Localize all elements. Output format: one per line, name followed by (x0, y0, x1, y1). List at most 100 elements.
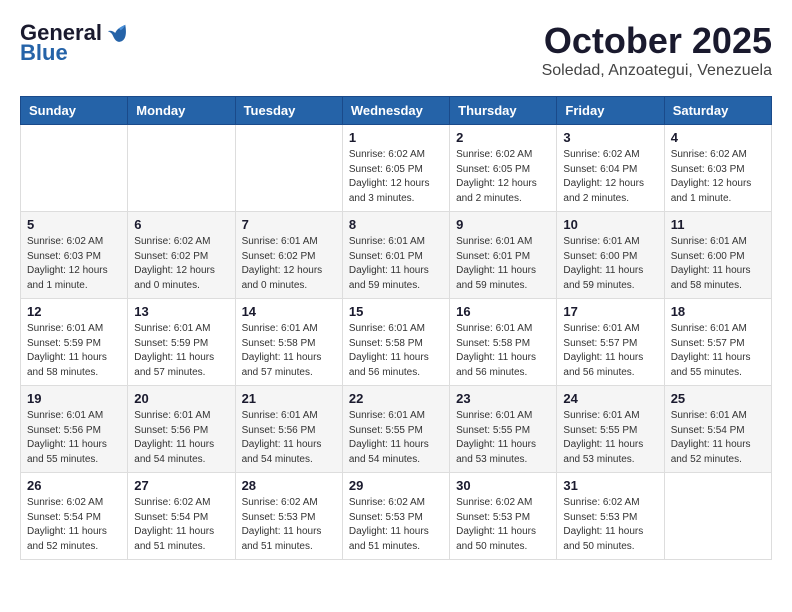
calendar-week-row: 19 Sunrise: 6:01 AM Sunset: 5:56 PM Dayli… (21, 386, 772, 473)
day-info: Sunrise: 6:01 AM Sunset: 5:55 PM Dayligh… (456, 409, 550, 467)
day-info: Sunrise: 6:01 AM Sunset: 5:57 PM Dayligh… (563, 322, 657, 380)
logo-bird-icon (106, 22, 128, 44)
calendar-cell: 6 Sunrise: 6:02 AM Sunset: 6:02 PM Daylig… (128, 212, 235, 299)
calendar-cell: 30 Sunrise: 6:02 AM Sunset: 5:53 PM Dayli… (450, 473, 557, 560)
day-number: 8 (349, 217, 443, 232)
calendar-cell: 16 Sunrise: 6:01 AM Sunset: 5:58 PM Dayli… (450, 299, 557, 386)
day-info: Sunrise: 6:02 AM Sunset: 6:05 PM Dayligh… (456, 148, 550, 206)
calendar-cell: 18 Sunrise: 6:01 AM Sunset: 5:57 PM Dayli… (664, 299, 771, 386)
day-number: 12 (27, 304, 121, 319)
calendar-week-row: 26 Sunrise: 6:02 AM Sunset: 5:54 PM Dayli… (21, 473, 772, 560)
day-info: Sunrise: 6:01 AM Sunset: 6:00 PM Dayligh… (671, 235, 765, 293)
day-info: Sunrise: 6:01 AM Sunset: 5:57 PM Dayligh… (671, 322, 765, 380)
day-number: 17 (563, 304, 657, 319)
day-info: Sunrise: 6:02 AM Sunset: 6:05 PM Dayligh… (349, 148, 443, 206)
calendar-cell: 1 Sunrise: 6:02 AM Sunset: 6:05 PM Daylig… (342, 125, 449, 212)
day-number: 24 (563, 391, 657, 406)
calendar-cell (128, 125, 235, 212)
calendar-cell (664, 473, 771, 560)
day-number: 7 (242, 217, 336, 232)
calendar-cell: 21 Sunrise: 6:01 AM Sunset: 5:56 PM Dayli… (235, 386, 342, 473)
day-info: Sunrise: 6:02 AM Sunset: 5:54 PM Dayligh… (134, 496, 228, 554)
day-number: 14 (242, 304, 336, 319)
calendar-cell: 23 Sunrise: 6:01 AM Sunset: 5:55 PM Dayli… (450, 386, 557, 473)
month-title: October 2025 (542, 20, 772, 62)
day-number: 6 (134, 217, 228, 232)
day-info: Sunrise: 6:01 AM Sunset: 6:02 PM Dayligh… (242, 235, 336, 293)
day-info: Sunrise: 6:01 AM Sunset: 5:59 PM Dayligh… (134, 322, 228, 380)
day-number: 19 (27, 391, 121, 406)
day-number: 31 (563, 478, 657, 493)
calendar-cell: 11 Sunrise: 6:01 AM Sunset: 6:00 PM Dayli… (664, 212, 771, 299)
calendar-cell: 25 Sunrise: 6:01 AM Sunset: 5:54 PM Dayli… (664, 386, 771, 473)
col-header-wednesday: Wednesday (342, 97, 449, 125)
calendar-cell: 14 Sunrise: 6:01 AM Sunset: 5:58 PM Dayli… (235, 299, 342, 386)
calendar-cell: 10 Sunrise: 6:01 AM Sunset: 6:00 PM Dayli… (557, 212, 664, 299)
day-info: Sunrise: 6:01 AM Sunset: 5:58 PM Dayligh… (242, 322, 336, 380)
day-info: Sunrise: 6:02 AM Sunset: 5:53 PM Dayligh… (563, 496, 657, 554)
calendar-cell: 15 Sunrise: 6:01 AM Sunset: 5:58 PM Dayli… (342, 299, 449, 386)
day-number: 16 (456, 304, 550, 319)
day-info: Sunrise: 6:01 AM Sunset: 5:56 PM Dayligh… (27, 409, 121, 467)
logo: General Blue (20, 20, 128, 66)
day-number: 29 (349, 478, 443, 493)
calendar-week-row: 1 Sunrise: 6:02 AM Sunset: 6:05 PM Daylig… (21, 125, 772, 212)
calendar-week-row: 5Sunrise: 6:02 AM Sunset: 6:03 PM Daylig… (21, 212, 772, 299)
day-info: Sunrise: 6:02 AM Sunset: 5:54 PM Dayligh… (27, 496, 121, 554)
col-header-tuesday: Tuesday (235, 97, 342, 125)
calendar-header-row: SundayMondayTuesdayWednesdayThursdayFrid… (21, 97, 772, 125)
day-number: 28 (242, 478, 336, 493)
day-number: 25 (671, 391, 765, 406)
day-info: Sunrise: 6:01 AM Sunset: 5:54 PM Dayligh… (671, 409, 765, 467)
day-number: 15 (349, 304, 443, 319)
calendar-cell: 2 Sunrise: 6:02 AM Sunset: 6:05 PM Daylig… (450, 125, 557, 212)
calendar-cell: 5Sunrise: 6:02 AM Sunset: 6:03 PM Daylig… (21, 212, 128, 299)
day-number: 26 (27, 478, 121, 493)
calendar-cell: 13 Sunrise: 6:01 AM Sunset: 5:59 PM Dayli… (128, 299, 235, 386)
calendar-cell: 22 Sunrise: 6:01 AM Sunset: 5:55 PM Dayli… (342, 386, 449, 473)
day-number: 21 (242, 391, 336, 406)
day-info: Sunrise: 6:01 AM Sunset: 5:59 PM Dayligh… (27, 322, 121, 380)
calendar-cell: 9Sunrise: 6:01 AM Sunset: 6:01 PM Daylig… (450, 212, 557, 299)
day-info: Sunrise: 6:01 AM Sunset: 6:00 PM Dayligh… (563, 235, 657, 293)
day-number: 11 (671, 217, 765, 232)
day-info: Sunrise: 6:02 AM Sunset: 6:04 PM Dayligh… (563, 148, 657, 206)
day-number: 22 (349, 391, 443, 406)
calendar-cell: 4Sunrise: 6:02 AM Sunset: 6:03 PM Daylig… (664, 125, 771, 212)
calendar-cell: 28 Sunrise: 6:02 AM Sunset: 5:53 PM Dayli… (235, 473, 342, 560)
col-header-friday: Friday (557, 97, 664, 125)
day-number: 10 (563, 217, 657, 232)
calendar-cell (21, 125, 128, 212)
calendar-table: SundayMondayTuesdayWednesdayThursdayFrid… (20, 96, 772, 560)
calendar-cell: 27Sunrise: 6:02 AM Sunset: 5:54 PM Dayli… (128, 473, 235, 560)
calendar-cell: 12 Sunrise: 6:01 AM Sunset: 5:59 PM Dayli… (21, 299, 128, 386)
col-header-sunday: Sunday (21, 97, 128, 125)
day-info: Sunrise: 6:01 AM Sunset: 5:58 PM Dayligh… (456, 322, 550, 380)
calendar-cell: 31 Sunrise: 6:02 AM Sunset: 5:53 PM Dayli… (557, 473, 664, 560)
calendar-cell: 29Sunrise: 6:02 AM Sunset: 5:53 PM Dayli… (342, 473, 449, 560)
day-number: 20 (134, 391, 228, 406)
logo-blue: Blue (20, 40, 68, 66)
day-number: 18 (671, 304, 765, 319)
calendar-cell: 8 Sunrise: 6:01 AM Sunset: 6:01 PM Daylig… (342, 212, 449, 299)
day-info: Sunrise: 6:01 AM Sunset: 6:01 PM Dayligh… (349, 235, 443, 293)
calendar-cell: 19 Sunrise: 6:01 AM Sunset: 5:56 PM Dayli… (21, 386, 128, 473)
location-subtitle: Soledad, Anzoategui, Venezuela (542, 62, 772, 80)
day-number: 2 (456, 130, 550, 145)
day-number: 3 (563, 130, 657, 145)
day-info: Sunrise: 6:01 AM Sunset: 5:56 PM Dayligh… (134, 409, 228, 467)
day-info: Sunrise: 6:02 AM Sunset: 5:53 PM Dayligh… (456, 496, 550, 554)
day-info: Sunrise: 6:02 AM Sunset: 6:03 PM Dayligh… (671, 148, 765, 206)
calendar-week-row: 12 Sunrise: 6:01 AM Sunset: 5:59 PM Dayli… (21, 299, 772, 386)
day-number: 1 (349, 130, 443, 145)
day-info: Sunrise: 6:01 AM Sunset: 5:58 PM Dayligh… (349, 322, 443, 380)
calendar-cell: 26 Sunrise: 6:02 AM Sunset: 5:54 PM Dayli… (21, 473, 128, 560)
day-info: Sunrise: 6:02 AM Sunset: 5:53 PM Dayligh… (242, 496, 336, 554)
day-number: 23 (456, 391, 550, 406)
day-info: Sunrise: 6:01 AM Sunset: 5:55 PM Dayligh… (349, 409, 443, 467)
day-number: 30 (456, 478, 550, 493)
col-header-monday: Monday (128, 97, 235, 125)
day-info: Sunrise: 6:01 AM Sunset: 5:56 PM Dayligh… (242, 409, 336, 467)
day-number: 13 (134, 304, 228, 319)
day-info: Sunrise: 6:02 AM Sunset: 6:02 PM Dayligh… (134, 235, 228, 293)
